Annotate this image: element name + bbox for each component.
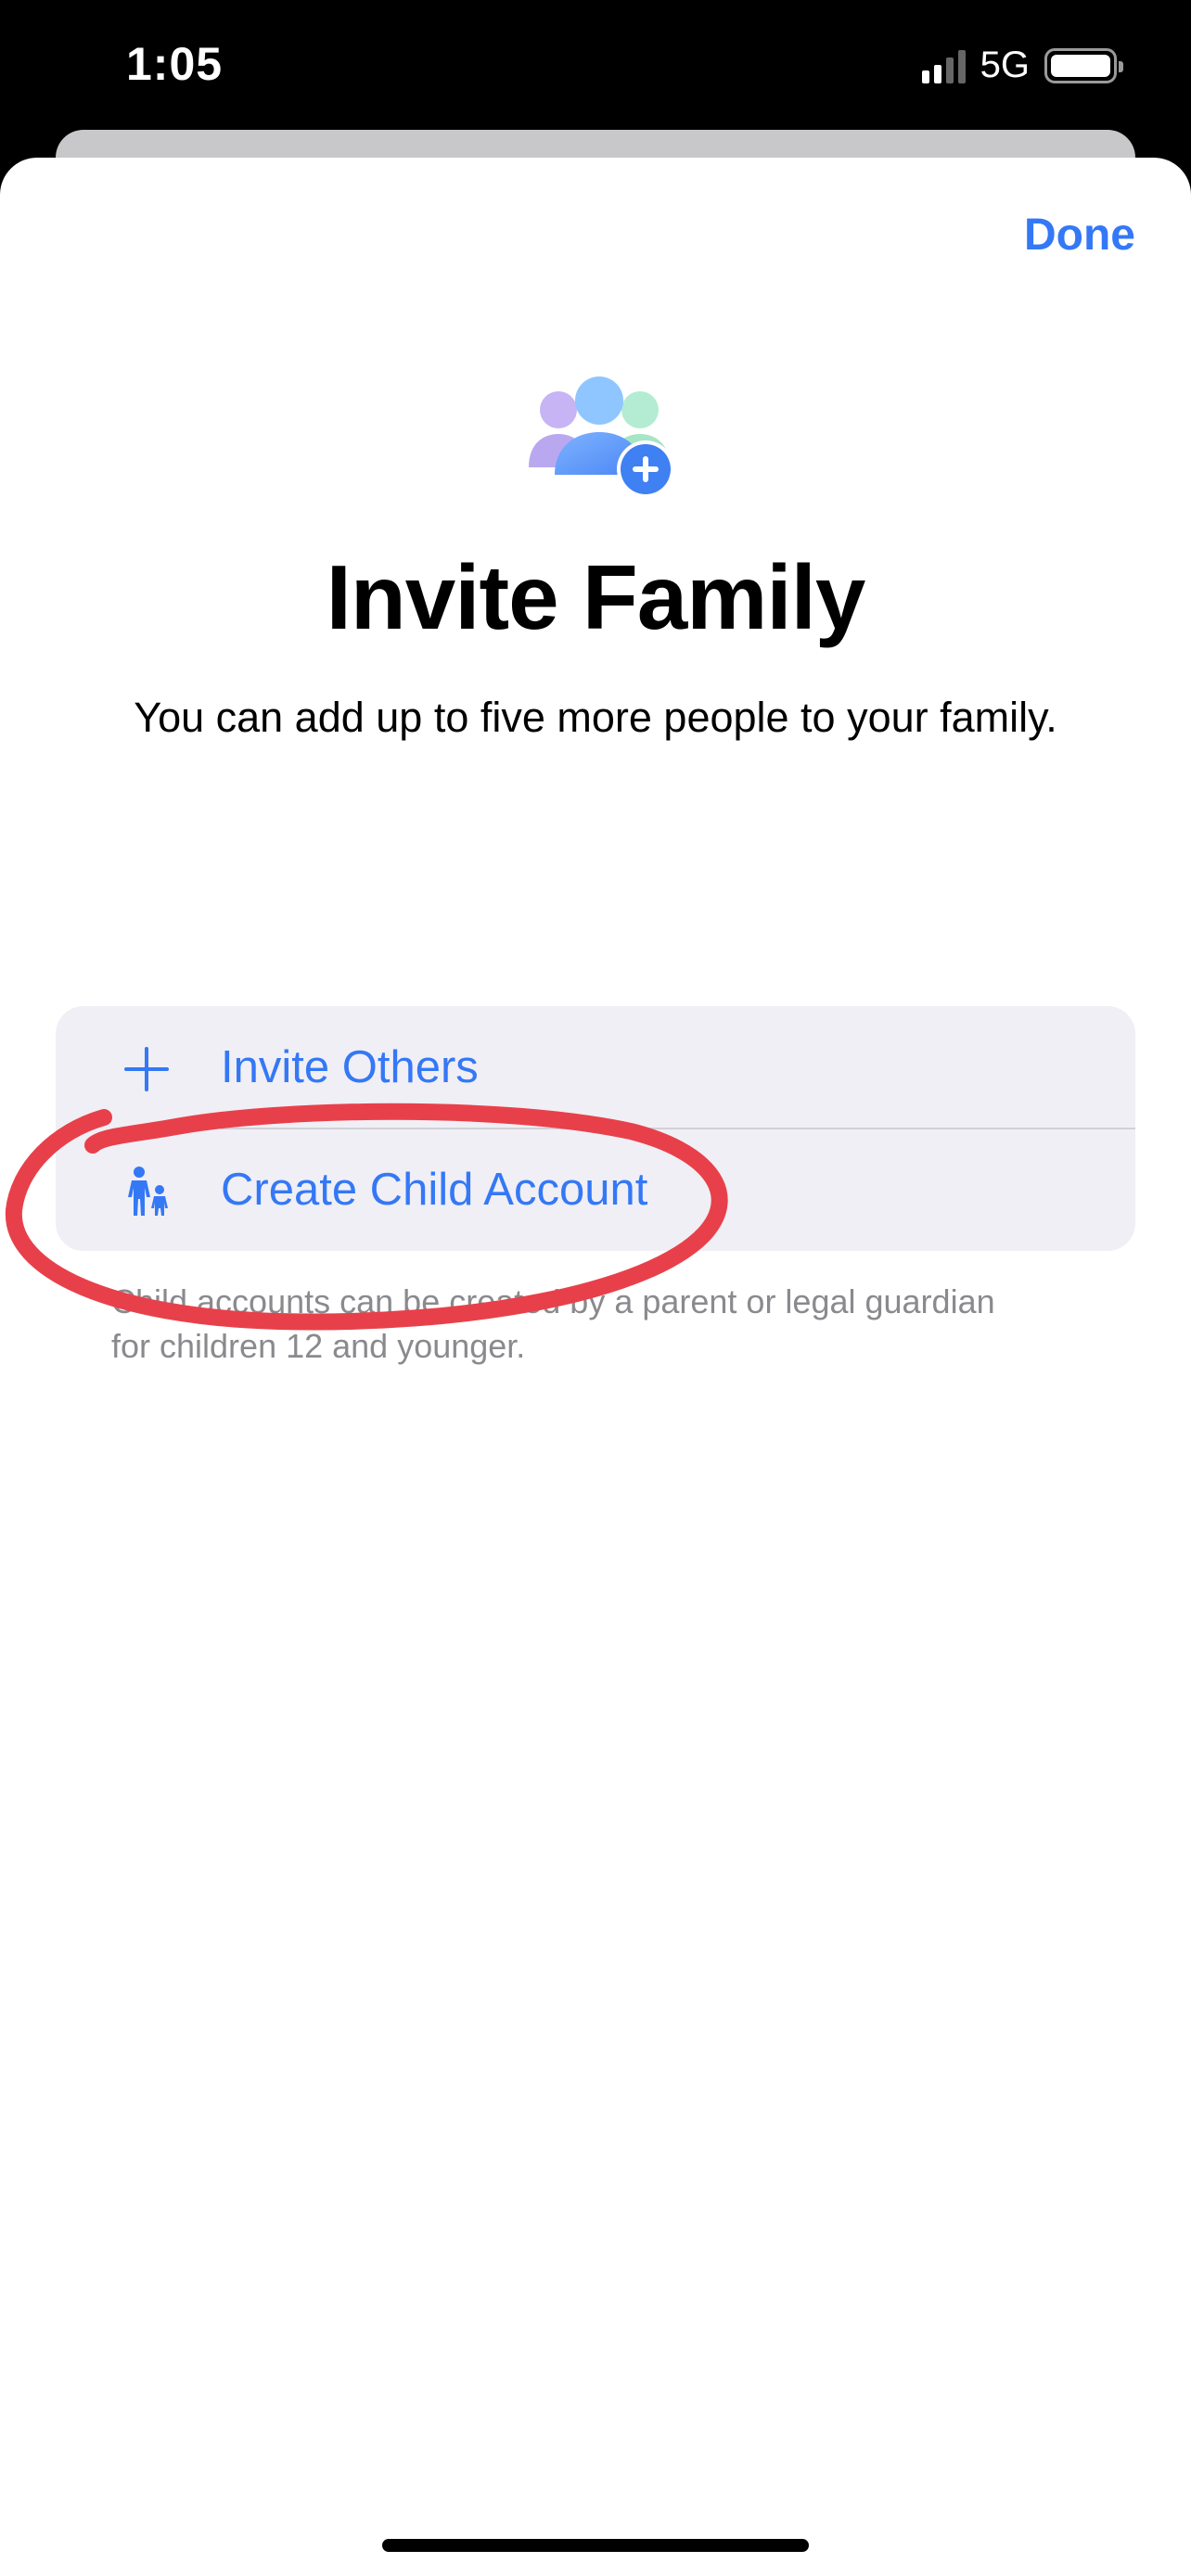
create-child-account-label: Create Child Account	[221, 1165, 648, 1215]
status-time: 1:05	[126, 38, 224, 90]
invite-others-label: Invite Others	[221, 1042, 479, 1092]
status-indicators: 5G	[921, 45, 1123, 86]
page-subtitle: You can add up to five more people to yo…	[134, 694, 1057, 741]
home-indicator	[382, 2539, 809, 2552]
cellular-signal-icon	[921, 48, 966, 83]
plus-icon	[124, 1047, 169, 1091]
invite-family-sheet: Done Invite Family You can add up to fiv…	[0, 158, 1191, 2576]
options-group: Invite Others Create Child Account	[56, 1006, 1135, 1251]
create-child-account-button[interactable]: Create Child Account	[56, 1129, 1135, 1251]
family-add-icon	[529, 376, 674, 498]
page-title: Invite Family	[326, 546, 866, 648]
invite-others-button[interactable]: Invite Others	[56, 1006, 1135, 1129]
parent-child-icon	[128, 1167, 168, 1216]
battery-icon	[1044, 47, 1123, 83]
status-bar: 1:05 5G	[0, 0, 1191, 139]
footer-note: Child accounts can be created by a paren…	[111, 1282, 995, 1365]
network-type: 5G	[980, 45, 1030, 85]
done-button[interactable]: Done	[1024, 210, 1135, 261]
